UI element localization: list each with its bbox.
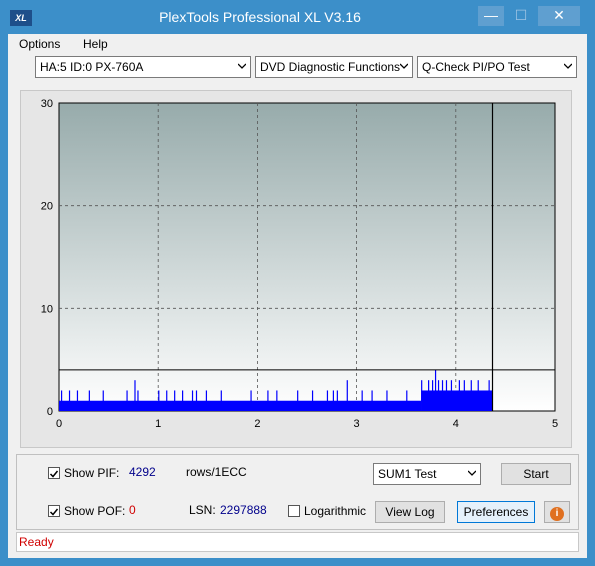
data-bar (346, 380, 348, 411)
client-area: Options Help HA:5 ID:0 PX-760A DVD Diagn… (8, 34, 587, 558)
data-bar (428, 380, 430, 411)
sum-test-select[interactable]: SUM1 Test (373, 463, 481, 485)
lsn-label: LSN: (189, 503, 216, 517)
show-pif-label[interactable]: Show PIF: (64, 466, 119, 480)
data-bar (437, 380, 440, 411)
data-bar (470, 380, 472, 411)
chevron-down-icon (238, 63, 246, 69)
chevron-down-icon (400, 63, 408, 69)
preferences-button[interactable]: Preferences (457, 501, 535, 523)
function-select[interactable]: DVD Diagnostic Functions (255, 56, 413, 78)
data-bar (195, 390, 198, 411)
data-bar (220, 390, 222, 411)
pif-value: 4292 (129, 465, 156, 479)
pof-value: 0 (129, 503, 136, 517)
show-pof-checkbox[interactable] (48, 505, 60, 517)
data-bar (336, 390, 338, 411)
control-panel: Show PIF: 4292 rows/1ECC SUM1 Test Start… (16, 454, 579, 530)
x-tick-label: 0 (56, 418, 62, 430)
data-bar (311, 390, 314, 411)
title-bar[interactable]: XL PlexTools Professional XL V3.16 — ☐ ✕ (0, 0, 595, 36)
info-button[interactable]: i (544, 501, 570, 523)
data-bar (477, 380, 479, 411)
chart-panel: 0 1 2 3 4 5 0 10 20 30 (20, 90, 572, 448)
data-bar (450, 380, 453, 411)
data-bar (406, 390, 408, 411)
test-select[interactable]: Q-Check PI/PO Test (417, 56, 577, 78)
data-bar (463, 380, 465, 411)
data-bar (68, 390, 71, 411)
data-bar (76, 390, 79, 411)
chevron-down-icon (468, 470, 476, 476)
data-bar-segment (59, 400, 422, 411)
y-tick-label: 30 (41, 98, 53, 110)
sum-test-value: SUM1 Test (378, 467, 437, 481)
data-bar (134, 380, 136, 411)
data-bar (326, 390, 329, 411)
show-pof-label[interactable]: Show POF: (64, 504, 125, 518)
status-text: Ready (19, 535, 54, 549)
data-bar (182, 390, 184, 411)
close-button[interactable]: ✕ (538, 6, 580, 26)
app-window: XL PlexTools Professional XL V3.16 — ☐ ✕… (0, 0, 595, 566)
data-bar (137, 390, 139, 411)
checkmark-icon (49, 470, 59, 478)
function-select-value: DVD Diagnostic Functions (260, 60, 401, 74)
data-bar (191, 390, 194, 411)
test-select-value: Q-Check PI/PO Test (422, 60, 530, 74)
data-bar (421, 380, 423, 411)
data-bar (158, 390, 160, 411)
data-bar (371, 390, 373, 411)
logarithmic-checkbox[interactable] (288, 505, 300, 517)
data-bar (434, 369, 437, 411)
menu-options[interactable]: Options (19, 37, 60, 51)
x-tick-label: 3 (354, 418, 360, 430)
show-pif-checkbox[interactable] (48, 467, 60, 479)
data-bar (445, 380, 448, 411)
data-bar (431, 380, 434, 411)
info-icon: i (550, 507, 564, 521)
data-bar (166, 390, 168, 411)
data-bar (276, 390, 278, 411)
pi-po-chart: 0 1 2 3 4 5 0 10 20 30 (41, 98, 558, 430)
drive-select-value: HA:5 ID:0 PX-760A (40, 60, 144, 74)
data-bar (361, 390, 363, 411)
data-bar (126, 390, 128, 411)
data-bar (297, 390, 299, 411)
data-bar (441, 380, 444, 411)
y-tick-label: 0 (47, 406, 53, 418)
data-bar (88, 390, 90, 411)
checkmark-icon (49, 508, 59, 516)
lsn-value: 2297888 (220, 503, 267, 517)
data-bar (386, 390, 388, 411)
pif-unit: rows/1ECC (186, 465, 247, 479)
data-bar (60, 390, 63, 411)
data-bar (102, 390, 104, 411)
x-tick-label: 2 (254, 418, 260, 430)
logarithmic-label[interactable]: Logarithmic (304, 504, 366, 518)
chevron-down-icon (564, 63, 572, 69)
menu-bar: Options Help (8, 34, 587, 54)
data-bar (205, 390, 208, 411)
x-tick-label: 5 (552, 418, 558, 430)
menu-help[interactable]: Help (83, 37, 108, 51)
data-bar (250, 390, 252, 411)
window-title: PlexTools Professional XL V3.16 (159, 9, 361, 25)
view-log-button[interactable]: View Log (375, 501, 445, 523)
data-bar (174, 390, 176, 411)
minimize-button[interactable]: — (478, 6, 504, 26)
x-tick-label: 1 (155, 418, 161, 430)
status-bar: Ready (16, 532, 579, 552)
data-bar (332, 390, 334, 411)
plot-area (58, 102, 556, 412)
data-bar (458, 380, 460, 411)
drive-select[interactable]: HA:5 ID:0 PX-760A (35, 56, 251, 78)
x-tick-label: 4 (453, 418, 459, 430)
y-tick-label: 10 (41, 303, 53, 315)
data-bar (267, 390, 269, 411)
start-button[interactable]: Start (501, 463, 571, 485)
maximize-button[interactable]: ☐ (506, 6, 536, 26)
data-bar (488, 380, 490, 411)
y-tick-label: 20 (41, 201, 53, 213)
